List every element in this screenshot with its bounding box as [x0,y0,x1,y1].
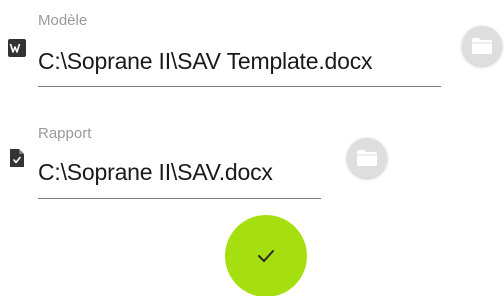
report-field-label: Rapport [38,125,92,142]
check-icon [258,250,274,262]
document-icon [10,149,24,167]
word-document-icon [8,39,26,57]
template-field-underline [38,86,441,87]
report-field: Rapport C:\Soprane II\SAV.docx [0,112,504,212]
template-field: Modèle C:\Soprane II\SAV Template.docx [0,0,504,100]
template-field-label: Modèle [38,12,88,29]
template-path-input[interactable]: C:\Soprane II\SAV Template.docx [38,48,372,75]
browse-template-button[interactable] [462,26,502,66]
folder-icon [472,38,492,54]
browse-report-button[interactable] [347,138,387,178]
report-path-input[interactable]: C:\Soprane II\SAV.docx [38,159,273,186]
folder-icon [357,150,377,166]
file-settings-form: Modèle C:\Soprane II\SAV Template.docx R… [0,0,504,296]
confirm-button[interactable] [225,215,307,296]
report-field-underline [38,198,321,199]
